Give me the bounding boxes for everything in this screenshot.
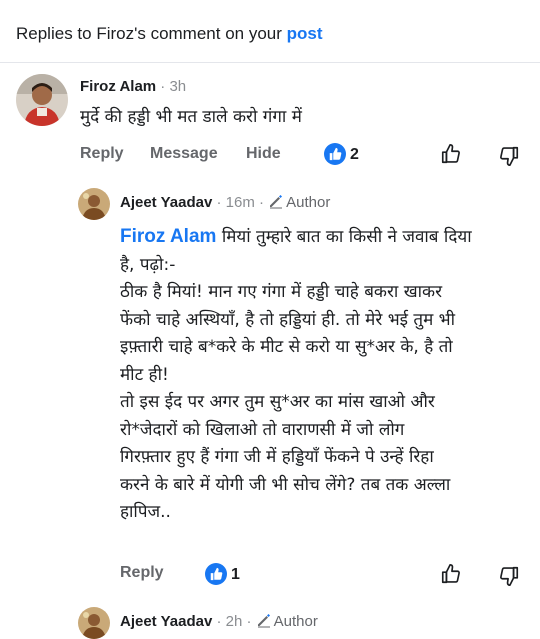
reply-button[interactable]: Reply bbox=[80, 145, 124, 163]
header-divider bbox=[0, 62, 540, 63]
pencil-icon-2 bbox=[256, 612, 272, 632]
header-text: Replies to Firoz's comment on your bbox=[16, 24, 287, 43]
author-badge: Author bbox=[268, 194, 330, 211]
author-badge-2: Author bbox=[256, 613, 318, 630]
thumbs-down-icon-2[interactable] bbox=[498, 565, 520, 592]
reply-author-2[interactable]: Ajeet Yaadav · 2h · Author bbox=[120, 612, 318, 632]
avatar-ajeet[interactable] bbox=[78, 188, 110, 220]
avatar-firoz[interactable] bbox=[16, 74, 68, 126]
like-count: 2 bbox=[350, 146, 359, 163]
comment-actions: Reply Message Hide bbox=[80, 145, 540, 169]
thumbs-up-icon-2[interactable] bbox=[440, 563, 462, 590]
mention-link[interactable]: Firoz Alam bbox=[120, 226, 216, 247]
pencil-icon bbox=[268, 193, 284, 213]
reply-time: · 16m · bbox=[216, 194, 264, 211]
comment-text: मुर्दे की हड्डी भी मत डाले करो गंगा में bbox=[80, 107, 302, 127]
hide-button[interactable]: Hide bbox=[246, 145, 281, 163]
reply-author[interactable]: Ajeet Yaadav · 16m · Author bbox=[120, 193, 330, 213]
reply-button-2[interactable]: Reply bbox=[120, 564, 164, 582]
reply-text: Firoz Alam मियां तुम्हारे बात का किसी ने… bbox=[120, 226, 472, 522]
replies-header: Replies to Firoz's comment on your post bbox=[16, 24, 323, 44]
like-count-icon-2 bbox=[205, 563, 227, 585]
message-button[interactable]: Message bbox=[150, 145, 218, 163]
comment-author[interactable]: Firoz Alam · 3h bbox=[80, 78, 186, 95]
avatar-ajeet-2[interactable] bbox=[78, 607, 110, 639]
reply-time-2: · 2h · bbox=[216, 613, 252, 630]
post-link[interactable]: post bbox=[287, 24, 323, 43]
thumbs-up-icon[interactable] bbox=[440, 143, 462, 170]
like-count-2: 1 bbox=[231, 566, 240, 583]
like-count-icon bbox=[324, 143, 346, 165]
thumbs-down-icon[interactable] bbox=[498, 145, 520, 172]
comment-time: · 3h bbox=[160, 78, 187, 95]
